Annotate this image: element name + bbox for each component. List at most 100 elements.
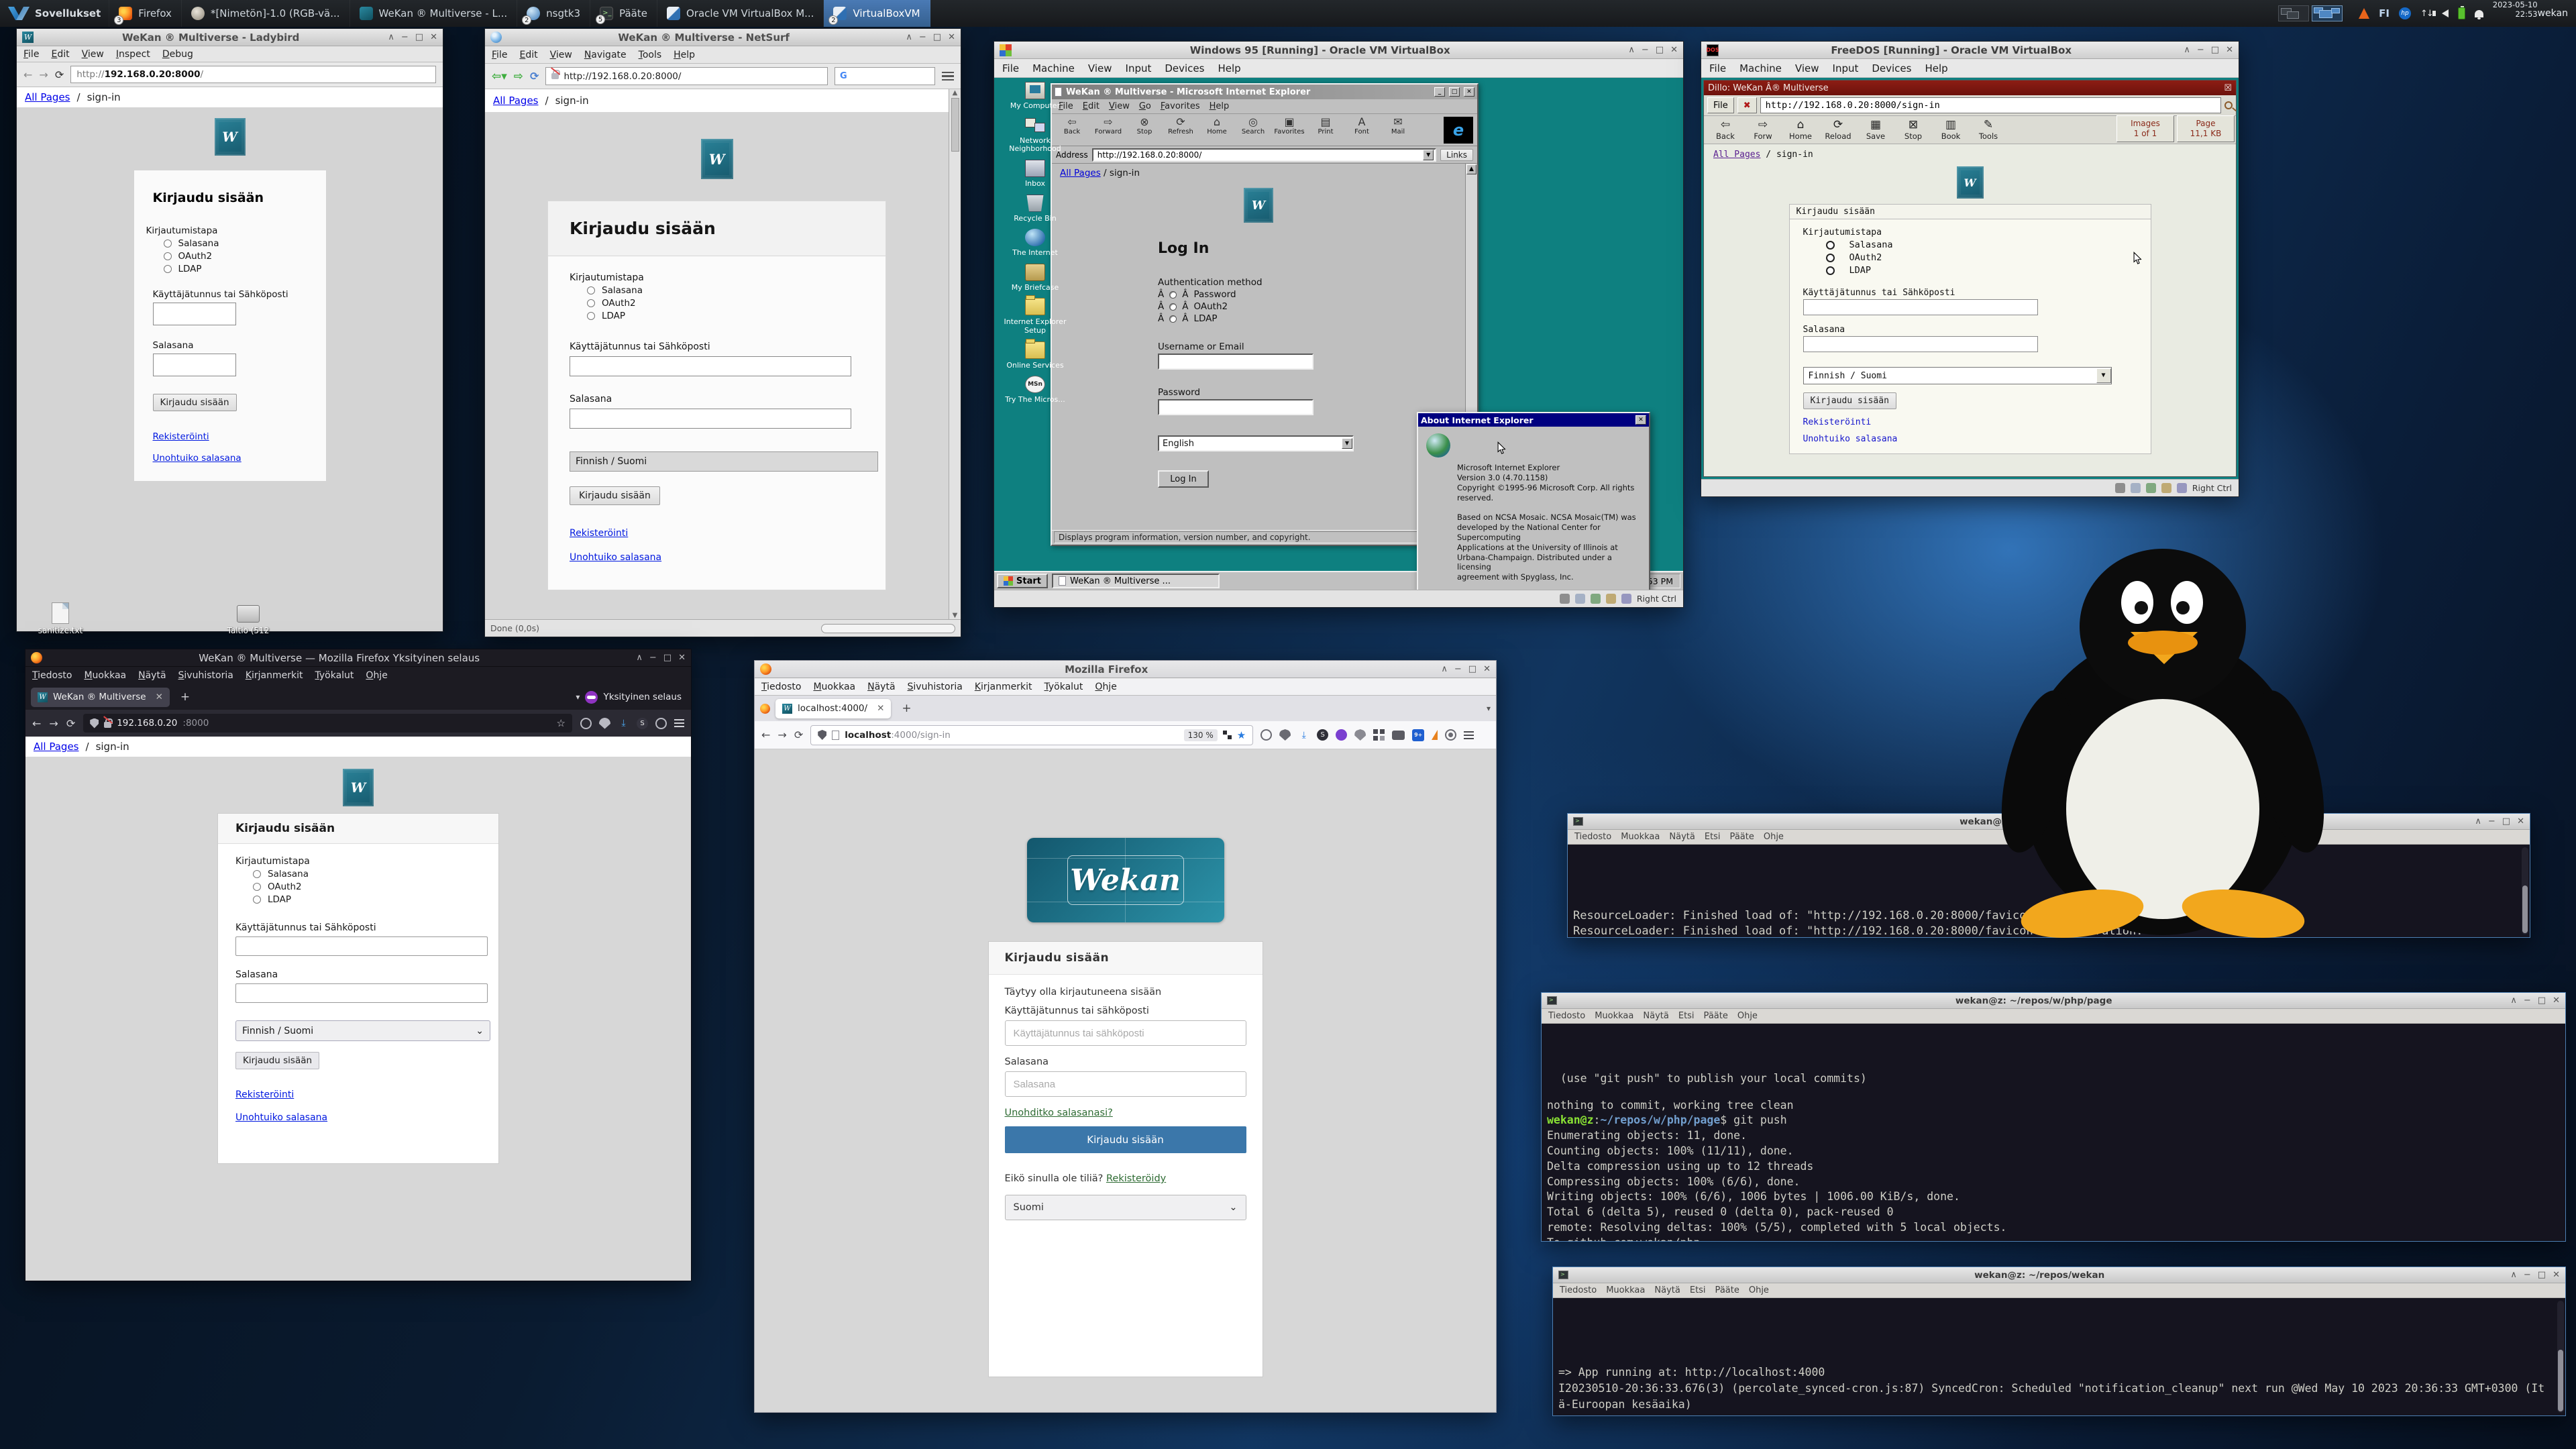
menu-item[interactable]: Sivuhistoria [178,670,233,681]
menu-item[interactable]: Ohje [1737,1011,1758,1021]
ie-toolbar-button[interactable]: ⊗ Stop [1127,116,1162,136]
taskbar-button[interactable]: *[Nimetön]-1.0 (RGB-vä... [182,0,350,27]
menu-item[interactable]: Ohje [1749,1285,1769,1295]
menu-item[interactable]: Input [1126,62,1152,74]
password-input[interactable] [1005,1071,1246,1097]
menu-item[interactable]: Kirjanmerkit [246,670,303,681]
menu-item[interactable]: File [492,50,507,60]
auth-method-radio[interactable] [587,312,595,320]
menu-item[interactable]: Ohje [1764,832,1784,842]
menu-icon[interactable] [942,72,954,81]
minimize-button[interactable]: − [401,32,409,42]
applications-menu[interactable]: Sovellukset [0,0,109,27]
taskbar-button[interactable]: WeKan ® Multiverse - L... [350,0,518,27]
titlebar[interactable]: WeKan ® Multiverse — Mozilla Firefox Yks… [25,649,691,667]
maximize-button[interactable]: □ [2211,45,2219,55]
maximize-button[interactable]: □ [933,32,941,42]
minimize-button[interactable]: − [2524,996,2531,1006]
forgot-password-link[interactable]: Unohtuiko salasana [153,453,314,464]
win95-desktop-icon[interactable]: Recycle Bin [998,195,1072,223]
close-button[interactable]: ✕ [2226,45,2233,55]
desktop-icon-sanitize[interactable]: sanitize.txt [20,602,101,635]
menu-item[interactable]: Help [1210,101,1230,111]
menu-item[interactable]: Ohje [366,670,387,681]
account-icon[interactable] [655,718,667,729]
win95-desktop-icon[interactable]: Network Neighborhood [998,117,1072,154]
new-tab-button[interactable]: + [175,690,195,704]
menu-item[interactable]: Muokkaa [1621,832,1660,842]
menu-item[interactable]: Help [1218,62,1240,74]
back-button[interactable]: ⇦▾ [492,70,507,83]
workspace-2[interactable] [2312,5,2343,21]
shade-button[interactable]: ∧ [906,32,912,42]
menu-item[interactable]: Näytä [1643,1011,1668,1021]
close-button[interactable]: ✕ [1464,87,1474,97]
close-button[interactable]: ✕ [948,32,955,42]
register-link[interactable]: Rekisteröidy [1106,1173,1166,1184]
minimize-button[interactable]: − [1454,664,1462,674]
forward-button[interactable]: → [777,729,786,741]
username-input[interactable] [1005,1020,1246,1046]
ie-titlebar[interactable]: WeKan ® Multiverse - Microsoft Internet … [1052,85,1477,99]
menu-item[interactable]: Tiedosto [761,682,801,692]
menu-item[interactable]: Näytä [1654,1285,1680,1295]
menu-item[interactable]: Muokkaa [1606,1285,1645,1295]
bookmark-star-icon[interactable]: ☆ [557,717,566,729]
shade-button[interactable]: ∧ [1441,664,1448,674]
notifications-icon[interactable] [2475,10,2483,17]
forward-button[interactable]: → [39,68,48,81]
minimize-button[interactable]: − [2524,1270,2531,1280]
menu-item[interactable]: Help [1925,62,1947,74]
menu-item[interactable]: Edit [51,49,69,60]
menu-item[interactable]: Kirjanmerkit [975,682,1032,692]
menu-item[interactable]: View [1795,62,1819,74]
password-input[interactable] [1803,336,2038,352]
username-input[interactable] [153,303,236,325]
shade-button[interactable]: ∧ [2510,1270,2517,1280]
auth-method-radio[interactable] [253,870,261,878]
menu-item[interactable]: Machine [1032,62,1075,74]
url-bar[interactable]: http://192.168.0.20:8000/ [70,66,436,83]
dillo-toolbar-button[interactable]: ▦ Save [1858,119,1893,141]
titlebar[interactable]: Mozilla Firefox ∧−□✕ [755,661,1496,678]
auth-method-radio[interactable] [164,239,172,248]
password-input[interactable] [235,983,488,1003]
password-input[interactable] [1158,399,1313,415]
file-menu-button[interactable]: File [1707,97,1734,113]
close-button[interactable]: ✕ [1483,664,1491,674]
close-button[interactable]: ☒ [2224,83,2232,93]
start-button[interactable]: Start [997,574,1048,588]
list-tabs-icon[interactable]: ▾ [576,692,580,702]
menu-item[interactable]: Pääte [1715,1285,1739,1295]
bookmark-star-icon[interactable]: ★ [1237,729,1246,741]
menu-item[interactable]: Etsi [1705,832,1721,842]
tracking-protection-icon[interactable] [818,730,826,740]
auth-method-radio[interactable] [1169,303,1177,311]
menu-item[interactable]: Pääte [1704,1011,1728,1021]
all-pages-link[interactable]: All Pages [34,741,79,753]
signin-button[interactable]: Kirjaudu sisään [1005,1126,1246,1153]
terminal-output[interactable]: (use "git push" to publish your local co… [1542,1024,2565,1241]
menu-item[interactable]: Muokkaa [813,682,855,692]
menu-item[interactable]: View [1088,62,1112,74]
menu-item[interactable]: Näytä [867,682,895,692]
dialog-titlebar[interactable]: About Internet Explorer ✕ [1418,413,1649,427]
close-button[interactable]: ✕ [2553,1270,2560,1280]
ie-toolbar-button[interactable]: ✉ Mail [1381,116,1415,136]
language-select[interactable]: English▼ [1158,435,1354,451]
maximize-button[interactable]: □ [663,653,672,663]
username-input[interactable] [1803,299,2038,315]
ublock-icon[interactable]: 9+ [1412,729,1424,741]
extension-icon[interactable] [1260,729,1272,741]
forgot-password-link[interactable]: Unohtuiko salasana [1803,434,2137,444]
titlebar[interactable]: DOS FreeDOS [Running] - Oracle VM Virtua… [1701,42,2239,59]
scrollbar[interactable] [2522,847,2528,934]
auth-method-radio[interactable] [587,299,595,307]
workspace-switcher[interactable] [2271,0,2349,27]
password-input[interactable] [570,409,851,429]
dillo-titlebar[interactable]: Dillo: WeKan Â® Multiverse ☒ [1704,80,2236,95]
minimize-button[interactable]: − [919,32,926,42]
shade-button[interactable]: ∧ [2184,45,2190,55]
menu-item[interactable]: Devices [1165,62,1204,74]
select-dropdown-button[interactable]: ▼ [1342,438,1352,449]
